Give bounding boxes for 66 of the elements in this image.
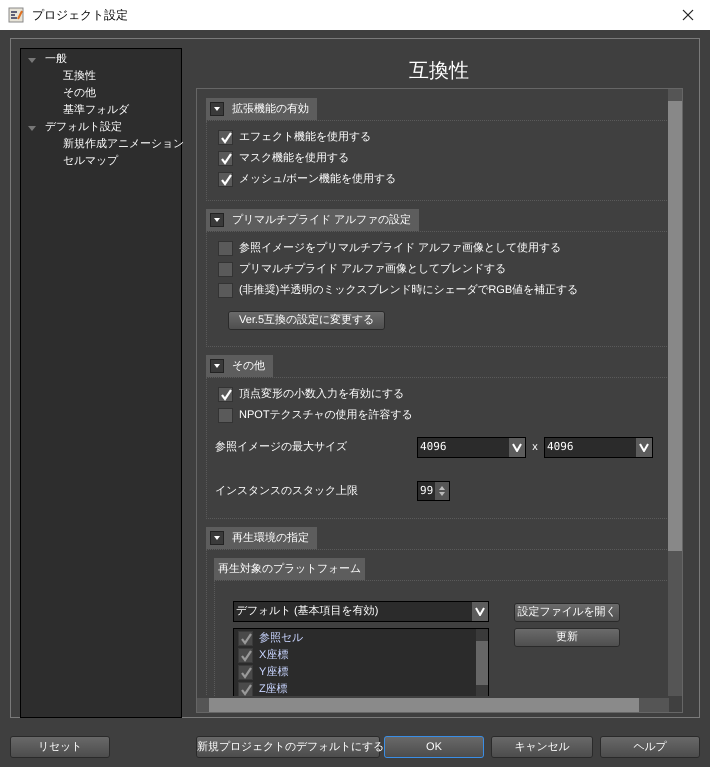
checkbox[interactable]: [218, 408, 233, 423]
tree-item[interactable]: 一般: [45, 51, 67, 68]
field-label: インスタンスのスタック上限: [215, 484, 359, 499]
tree-item[interactable]: 基準フォルダ: [63, 102, 129, 119]
checkbox-label: (非推奨)半透明のミックスブレンド時にシェーダでRGB値を補正する: [239, 282, 578, 298]
field-label: 参照イメージの最大サイズ: [215, 440, 348, 455]
window-title: プロジェクト設定: [32, 7, 128, 24]
checkbox[interactable]: [238, 648, 253, 663]
checkbox-label: エフェクト機能を使用する: [239, 130, 371, 146]
checkbox[interactable]: [218, 130, 233, 145]
list-scrollbar[interactable]: [476, 629, 488, 696]
chevron-down-icon: [639, 442, 649, 452]
section-header[interactable]: 拡張機能の有効: [206, 98, 317, 120]
action-button[interactable]: 設定ファイルを開く: [514, 603, 620, 622]
list-item-label: 参照セル: [259, 631, 303, 646]
dropdown[interactable]: 4096: [544, 436, 653, 458]
checkbox-label: 頂点変形の小数入力を有効にする: [239, 386, 404, 402]
spin-arrows-icon: [438, 485, 446, 497]
checkbox[interactable]: [218, 241, 233, 256]
checkbox[interactable]: [218, 151, 233, 166]
close-icon[interactable]: [682, 9, 694, 21]
sub-tab[interactable]: 再生対象のプラットフォーム: [214, 558, 365, 580]
checkbox-label: 参照イメージをプリマルチプライド アルファ画像として使用する: [239, 240, 562, 256]
page-title: 互換性: [408, 59, 470, 84]
chevron-down-icon: [512, 442, 522, 452]
action-button[interactable]: 更新: [514, 628, 620, 647]
collapse-icon[interactable]: [210, 102, 224, 116]
checkbox[interactable]: [238, 665, 253, 680]
chevron-down-icon: [475, 607, 485, 616]
tree-item[interactable]: その他: [63, 85, 96, 102]
dropdown[interactable]: デフォルト (基本項目を有効): [233, 601, 489, 622]
tree-item[interactable]: デフォルト設定: [45, 119, 122, 136]
dialog-button[interactable]: OK: [384, 736, 484, 758]
dialog-button[interactable]: ヘルプ: [600, 736, 700, 758]
checkbox-label: プリマルチプライド アルファ画像としてブレンドする: [239, 262, 506, 278]
collapse-icon[interactable]: [210, 213, 224, 227]
app-icon: [8, 7, 24, 23]
separator-text: x: [531, 440, 539, 455]
checkbox-label: マスク機能を使用する: [239, 151, 349, 166]
checkbox[interactable]: [218, 387, 233, 402]
checkbox-label: NPOTテクスチャの使用を許容する: [239, 408, 413, 424]
vertical-scrollbar[interactable]: [668, 89, 682, 696]
section-header[interactable]: プリマルチプライド アルファの設定: [206, 209, 420, 231]
list-item-label: Z座標: [259, 682, 288, 696]
collapse-icon[interactable]: [210, 359, 224, 373]
dialog-button[interactable]: 新規プロジェクトのデフォルトにする: [196, 736, 380, 758]
checkbox-label: メッシュ/ボーン機能を使用する: [239, 172, 396, 188]
dialog-button[interactable]: リセット: [10, 736, 110, 758]
horizontal-scrollbar[interactable]: [197, 698, 669, 712]
list-item-label: X座標: [259, 648, 288, 664]
checkbox[interactable]: [238, 631, 253, 646]
collapse-icon[interactable]: [210, 531, 224, 545]
number-spinner[interactable]: 99: [417, 481, 450, 501]
tree-item[interactable]: 新規作成アニメーション: [63, 136, 184, 153]
action-button[interactable]: Ver.5互換の設定に変更する: [228, 311, 386, 330]
checkbox[interactable]: [218, 262, 233, 277]
list-item-label: Y座標: [259, 664, 288, 680]
tree-item[interactable]: セルマップ: [63, 153, 118, 170]
checkbox[interactable]: [218, 283, 233, 298]
tree-item[interactable]: 互換性: [63, 68, 96, 85]
section-header[interactable]: 再生環境の指定: [206, 527, 317, 549]
dropdown[interactable]: 4096: [417, 436, 526, 458]
section-header[interactable]: その他: [206, 355, 273, 377]
checkbox[interactable]: [218, 172, 233, 187]
dialog-button[interactable]: キャンセル: [491, 736, 593, 758]
checkbox[interactable]: [238, 682, 253, 696]
